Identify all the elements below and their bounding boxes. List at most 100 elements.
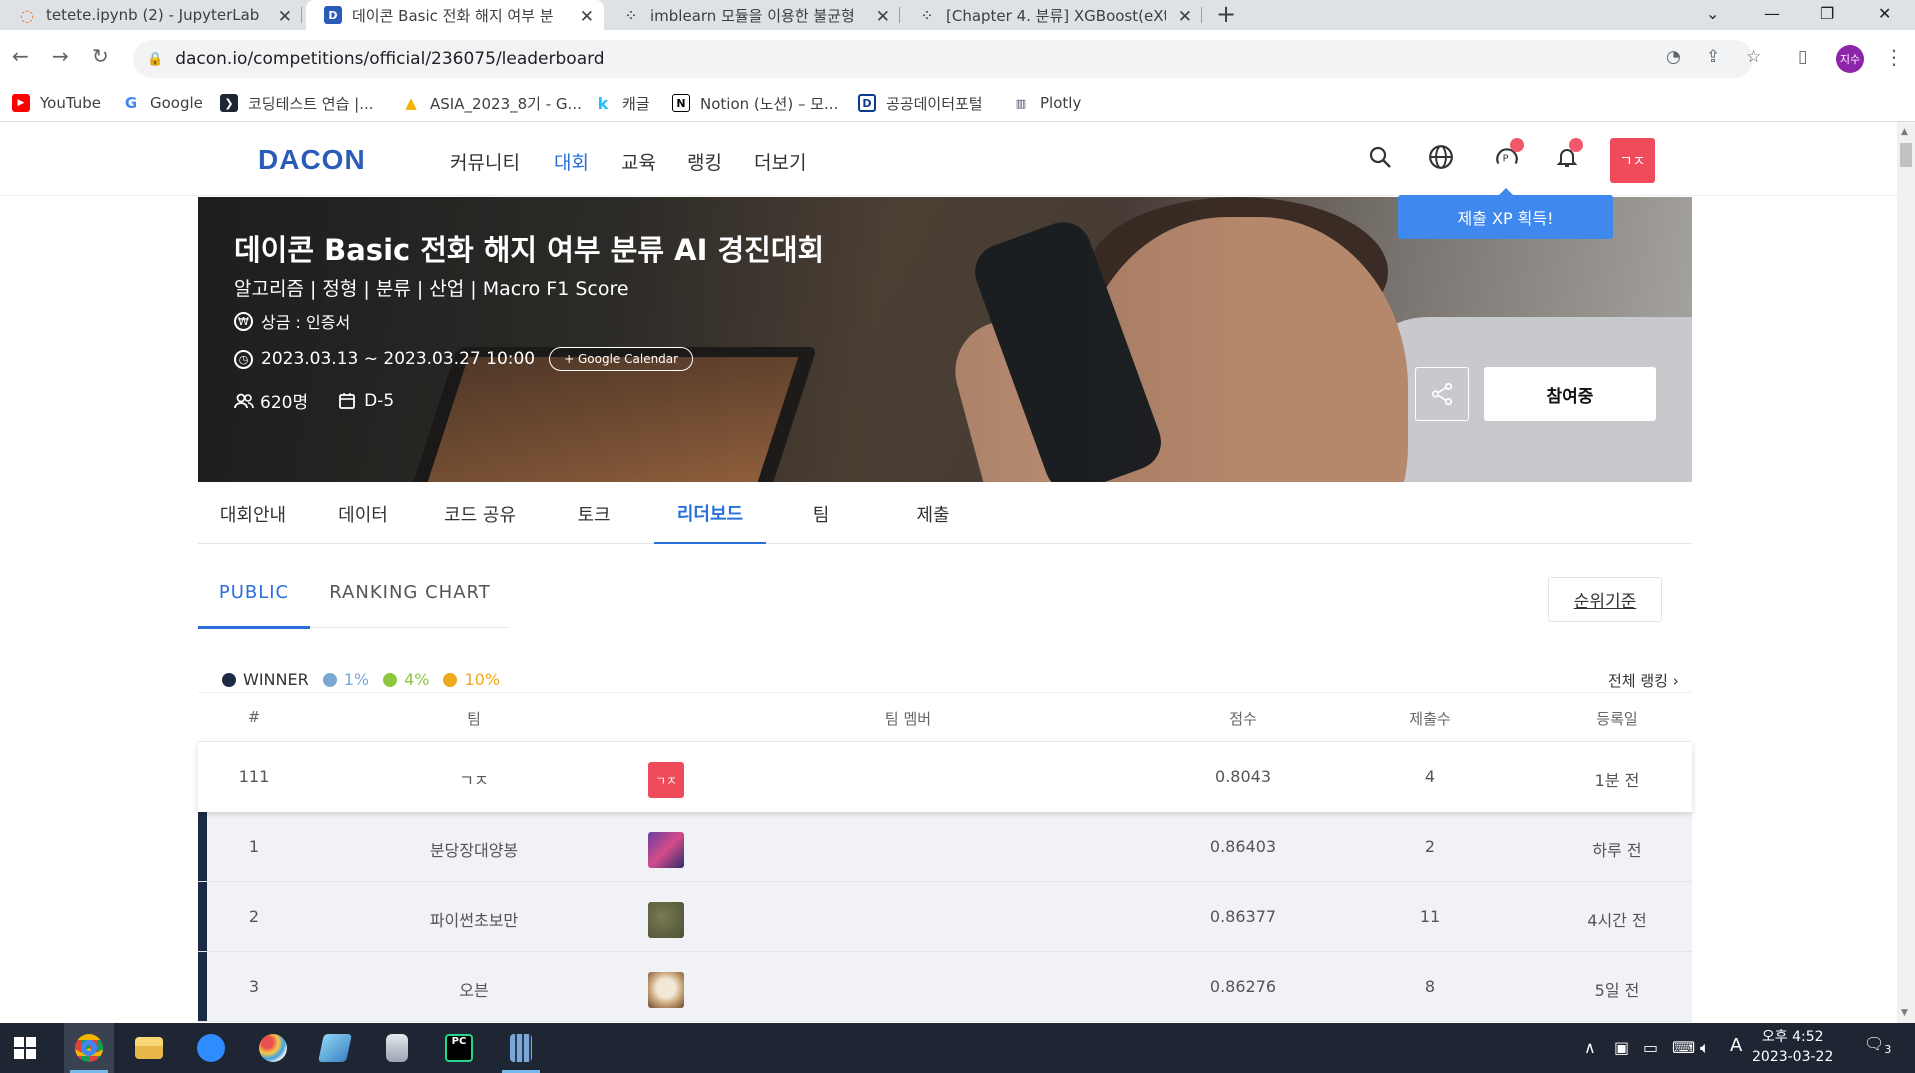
tray-volume-icon[interactable]: 🔈︎ xyxy=(1700,1038,1710,1058)
notification-center-icon[interactable]: 🗨︎3 xyxy=(1864,1034,1891,1056)
close-tab-icon[interactable]: ✕ xyxy=(580,7,594,27)
taskbar-pycharm[interactable]: PC xyxy=(434,1023,484,1073)
tab-search-icon[interactable]: ⌄ xyxy=(1706,0,1719,30)
nav-ranking[interactable]: 랭킹 xyxy=(687,148,722,175)
close-tab-icon[interactable]: ✕ xyxy=(1178,7,1192,27)
tray-meet-icon[interactable]: ▣ xyxy=(1614,1038,1629,1057)
windows-icon xyxy=(14,1037,36,1059)
member-avatar[interactable] xyxy=(648,902,684,938)
score-cell: 0.86276 xyxy=(1209,977,1277,996)
bookmark-youtube[interactable]: ▶ YouTube xyxy=(12,86,101,120)
tab-team[interactable]: 팀 xyxy=(766,484,876,544)
bookmark-plotly[interactable]: ▥ Plotly xyxy=(1012,86,1082,120)
bookmark-data-portal[interactable]: D 공공데이터포털 xyxy=(858,86,983,120)
nav-community[interactable]: 커뮤니티 xyxy=(450,148,520,175)
taskbar-calculator[interactable] xyxy=(496,1023,546,1073)
member-avatar[interactable] xyxy=(648,972,684,1008)
programmers-icon: ❯ xyxy=(220,94,238,112)
reload-icon[interactable]: ↻ xyxy=(92,44,109,68)
active-subtab-indicator xyxy=(198,626,310,629)
legend-dot xyxy=(222,672,236,687)
nav-more[interactable]: 더보기 xyxy=(754,148,806,175)
profile-avatar[interactable]: 지수 xyxy=(1836,45,1864,73)
tray-ime-indicator[interactable]: A xyxy=(1730,1035,1742,1056)
tab-ranking-chart[interactable]: RANKING CHART xyxy=(320,582,500,630)
browser-tab-imblearn[interactable]: ⁘ imblearn 모듈을 이용한 불균형 ✕ xyxy=(604,0,900,30)
member-avatar[interactable] xyxy=(648,832,684,868)
won-icon: ₩ xyxy=(234,311,253,331)
performance-icon[interactable]: ◔ xyxy=(1666,47,1681,67)
bookmark-star-icon[interactable]: ☆ xyxy=(1746,47,1761,67)
browser-tab-xgboost[interactable]: ⁘ [Chapter 4. 분류] XGBoost(eXtra ✕ xyxy=(900,0,1202,30)
team-cell[interactable]: ㄱㅈ xyxy=(459,767,488,791)
join-button[interactable]: 참여중 xyxy=(1484,367,1656,421)
globe-icon[interactable] xyxy=(1428,144,1454,176)
taskbar-paint[interactable] xyxy=(248,1023,298,1073)
tab-leaderboard[interactable]: 리더보드 xyxy=(654,484,766,544)
taskbar-clock[interactable]: 오후 4:52 2023-03-22 xyxy=(1752,1027,1833,1067)
tab-submit[interactable]: 제출 xyxy=(878,484,988,544)
team-cell[interactable]: 파이썬초보만 xyxy=(430,907,518,931)
tab-data[interactable]: 데이터 xyxy=(308,484,418,544)
taskbar-app-disk[interactable] xyxy=(372,1023,422,1073)
nav-competition[interactable]: 대회 xyxy=(554,148,589,175)
side-panel-icon[interactable]: ▯ xyxy=(1798,47,1807,67)
tab-overview[interactable]: 대회안내 xyxy=(198,484,308,544)
browser-tab-dacon[interactable]: D 데이콘 Basic 전화 해지 여부 분 ✕ xyxy=(306,0,604,30)
team-cell[interactable]: 분당장대양봉 xyxy=(430,837,518,861)
bookmark-google[interactable]: G Google xyxy=(122,86,203,120)
google-calendar-button[interactable]: + Google Calendar xyxy=(549,347,694,371)
close-tab-icon[interactable]: ✕ xyxy=(876,7,890,27)
bookmark-kaggle[interactable]: k 캐글 xyxy=(594,86,650,120)
taskbar-zoom[interactable] xyxy=(186,1023,236,1073)
my-team-row[interactable]: 111 ㄱㅈ ㄱㅈ 0.8043 4 1분 전 xyxy=(198,742,1692,812)
forward-icon[interactable]: → xyxy=(52,44,69,68)
browser-tab-jupyter[interactable]: ◌ tetete.ipynb (2) - JupyterLab ✕ xyxy=(0,0,302,30)
notification-count: 3 xyxy=(1884,1043,1892,1057)
table-row[interactable]: 1 분당장대양봉 0.86403 2 하루 전 xyxy=(198,812,1692,882)
dacon-logo[interactable]: DACON xyxy=(258,144,366,176)
rank-cell: 3 xyxy=(248,977,260,996)
tab-talk[interactable]: 토크 xyxy=(540,484,648,544)
search-icon[interactable] xyxy=(1368,144,1392,176)
scroll-up-arrow[interactable]: ▲ xyxy=(1901,127,1908,137)
team-cell[interactable]: 오븐 xyxy=(459,977,488,1001)
bookmark-drive[interactable]: ▲ ASIA_2023_8기 - G... xyxy=(402,86,582,120)
share-button[interactable] xyxy=(1415,367,1469,421)
table-row[interactable]: 3 오븐 0.86276 8 5일 전 xyxy=(198,952,1692,1022)
legend-label: WINNER xyxy=(243,670,309,689)
bookmark-coding-test[interactable]: ❯ 코딩테스트 연습 |... xyxy=(220,86,374,120)
taskbar-file-explorer[interactable] xyxy=(124,1023,174,1073)
bookmark-notion[interactable]: N Notion (노션) – 모... xyxy=(672,86,838,120)
start-button[interactable] xyxy=(0,1023,50,1073)
back-icon[interactable]: ← xyxy=(12,44,29,68)
scroll-thumb[interactable] xyxy=(1900,143,1912,167)
share-page-icon[interactable]: ⇪ xyxy=(1706,47,1720,67)
table-row[interactable]: 2 파이썬초보만 0.86377 11 4시간 전 xyxy=(198,882,1692,952)
close-window-button[interactable]: ✕ xyxy=(1878,0,1891,30)
tray-chevron-up-icon[interactable]: ∧ xyxy=(1584,1038,1596,1057)
ranking-criteria-button[interactable]: 순위기준 xyxy=(1548,577,1662,622)
rank-cell: 2 xyxy=(248,907,260,926)
taskbar-app-blue[interactable] xyxy=(310,1023,360,1073)
user-avatar[interactable]: ㄱㅈ xyxy=(1610,138,1655,183)
competition-tags: 알고리즘 | 정형 | 분류 | 산업 | Macro F1 Score xyxy=(234,278,629,300)
new-tab-button[interactable]: + xyxy=(1216,0,1236,30)
scroll-down-arrow[interactable]: ▼ xyxy=(1901,1008,1908,1018)
member-avatar[interactable]: ㄱㅈ xyxy=(648,762,684,798)
minimize-button[interactable]: — xyxy=(1764,0,1780,30)
restore-button[interactable]: ❐ xyxy=(1820,0,1834,30)
tray-battery-icon[interactable]: ▭ xyxy=(1643,1038,1658,1057)
competition-stats: 620명 D-5 xyxy=(234,388,394,413)
tray-network-icon[interactable]: ⌨ xyxy=(1672,1038,1695,1057)
lock-icon[interactable]: 🔒 xyxy=(147,52,163,67)
url-bar[interactable]: 🔒 dacon.io/competitions/official/236075/… xyxy=(133,40,1753,78)
page-scrollbar[interactable] xyxy=(1897,122,1915,1023)
full-ranking-link[interactable]: 전체 랭킹 › xyxy=(1608,670,1679,691)
browser-menu-icon[interactable]: ⋮ xyxy=(1884,45,1904,69)
close-tab-icon[interactable]: ✕ xyxy=(278,7,292,27)
taskbar-chrome[interactable] xyxy=(64,1023,114,1073)
nav-education[interactable]: 교육 xyxy=(621,148,656,175)
tab-public[interactable]: PUBLIC xyxy=(198,582,310,630)
tab-code-share[interactable]: 코드 공유 xyxy=(420,484,540,544)
